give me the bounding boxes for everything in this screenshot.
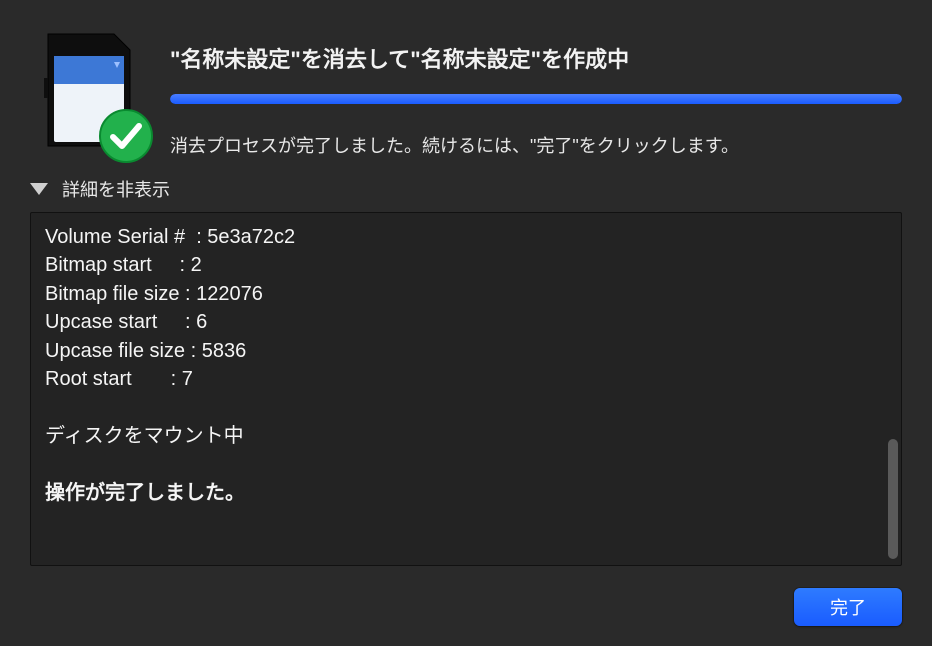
status-text: 消去プロセスが完了しました。続けるには、"完了"をクリックします。 — [170, 132, 902, 158]
log-line: ディスクをマウント中 — [45, 422, 887, 450]
log-line: Volume Serial # : 5e3a72c2 — [45, 223, 887, 251]
log-line: Upcase file size : 5836 — [45, 337, 887, 365]
log-line — [45, 393, 887, 421]
progress-bar — [170, 94, 902, 104]
chevron-down-icon — [30, 183, 48, 195]
log-line: Upcase start : 6 — [45, 308, 887, 336]
dialog-title: "名称未設定"を消去して"名称未設定"を作成中 — [170, 42, 902, 74]
log-line: Bitmap file size : 122076 — [45, 280, 887, 308]
log-output[interactable]: Volume Serial # : 5e3a72c2Bitmap start :… — [30, 212, 902, 566]
log-line: 操作が完了しました。 — [45, 479, 887, 507]
details-disclosure[interactable]: 詳細を非表示 — [30, 176, 902, 202]
disclosure-label: 詳細を非表示 — [62, 176, 170, 202]
log-line: Root start : 7 — [45, 365, 887, 393]
log-line — [45, 450, 887, 478]
sd-card-success-icon — [30, 30, 148, 158]
done-button[interactable]: 完了 — [794, 588, 902, 626]
scrollbar-thumb[interactable] — [888, 439, 898, 559]
progress-fill — [170, 94, 902, 104]
log-line: Bitmap start : 2 — [45, 251, 887, 279]
